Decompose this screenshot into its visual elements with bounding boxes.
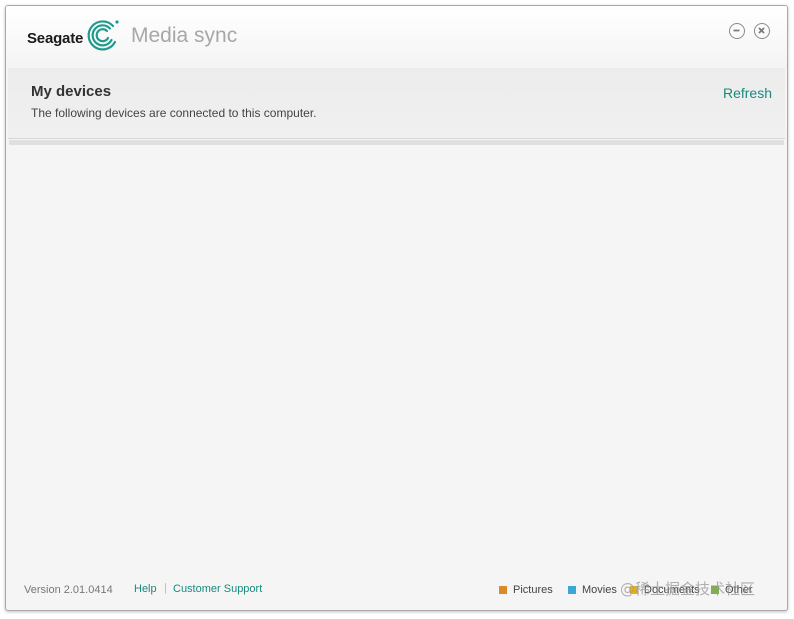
minus-circle-icon <box>733 29 740 32</box>
pictures-swatch <box>499 586 507 594</box>
section-subtitle: The following devices are connected to t… <box>31 106 317 120</box>
close-button[interactable] <box>754 23 770 39</box>
minimize-button[interactable] <box>729 23 745 39</box>
app-title: Media sync <box>131 24 238 47</box>
movies-swatch <box>568 586 576 594</box>
legend-label: Pictures <box>513 584 553 596</box>
seagate-spiral-logo-icon <box>87 20 119 51</box>
watermark-text: @稀土掘金技术社区 <box>620 580 756 598</box>
seagate-logo: Seagate <box>27 16 121 52</box>
devices-list-area <box>9 145 784 565</box>
brand-name: Seagate <box>27 29 84 47</box>
refresh-link[interactable]: Refresh <box>723 85 772 101</box>
footer-separator: | <box>164 582 167 594</box>
legend-label: Movies <box>582 584 617 596</box>
version-label: Version 2.01.0414 <box>24 584 113 596</box>
legend-movies: Movies <box>568 584 617 596</box>
help-link[interactable]: Help <box>134 583 157 595</box>
title-bar: Seagate Media sync <box>6 6 787 68</box>
legend-pictures: Pictures <box>499 584 553 596</box>
customer-support-link[interactable]: Customer Support <box>173 583 262 595</box>
media-sync-window: Seagate Media sync My devices The follow… <box>5 5 788 611</box>
devices-header: My devices The following devices are con… <box>8 68 785 139</box>
section-title: My devices <box>31 83 112 100</box>
x-circle-icon <box>758 27 765 34</box>
